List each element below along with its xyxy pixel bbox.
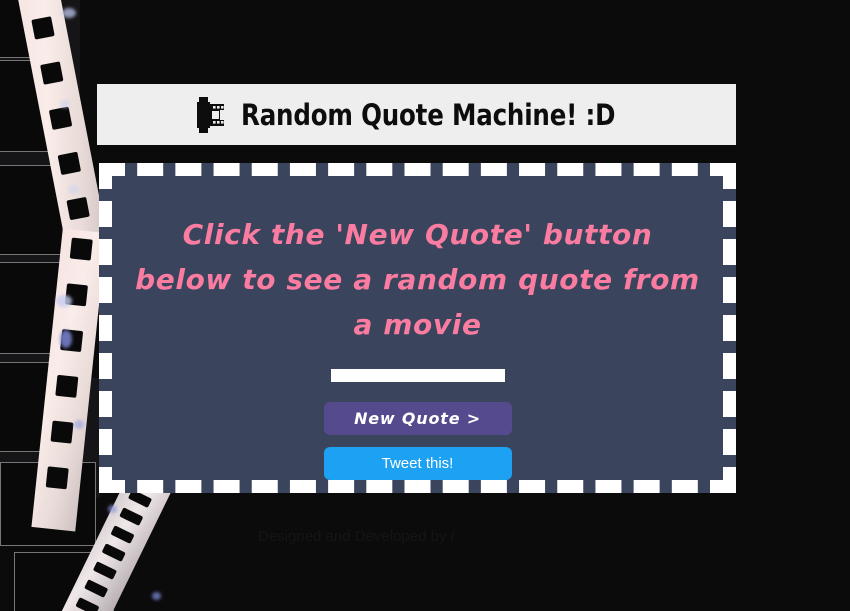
tweet-this-button[interactable]: Tweet this! <box>323 447 512 480</box>
film-glint <box>68 185 79 194</box>
film-band <box>31 228 107 532</box>
quote-author <box>330 369 505 383</box>
film-glint <box>108 505 117 513</box>
page-title: Random Quote Machine! :D <box>241 97 616 132</box>
film-frame <box>0 362 82 452</box>
film-frame <box>0 60 56 152</box>
film-frame <box>14 552 114 611</box>
footer-credit[interactable]: Designed and Developed by / <box>258 528 598 545</box>
header-bar: Random Quote Machine! :D <box>97 84 736 145</box>
film-roll-icon <box>197 97 225 133</box>
app-root: Random Quote Machine! :D Click the 'New … <box>0 0 850 611</box>
film-glint <box>60 330 72 348</box>
film-frame-panel <box>0 180 85 365</box>
footer-credit-text: Designed and Developed by / <box>258 528 455 545</box>
quote-text: Click the 'New Quote' button below to se… <box>135 218 700 341</box>
film-glint <box>60 100 70 108</box>
film-frame <box>0 262 72 354</box>
film-frame <box>0 462 96 546</box>
film-frame-panel <box>0 0 80 165</box>
film-glint <box>56 295 72 307</box>
film-glint <box>62 8 76 18</box>
new-quote-button[interactable]: New Quote > <box>323 402 512 435</box>
film-glint <box>152 592 161 600</box>
film-frame <box>0 0 60 58</box>
quote-card: Click the 'New Quote' button below to se… <box>99 163 736 493</box>
film-band <box>11 0 111 262</box>
film-glint <box>74 420 84 429</box>
film-frame-panel <box>0 378 100 498</box>
film-frame <box>0 165 66 255</box>
